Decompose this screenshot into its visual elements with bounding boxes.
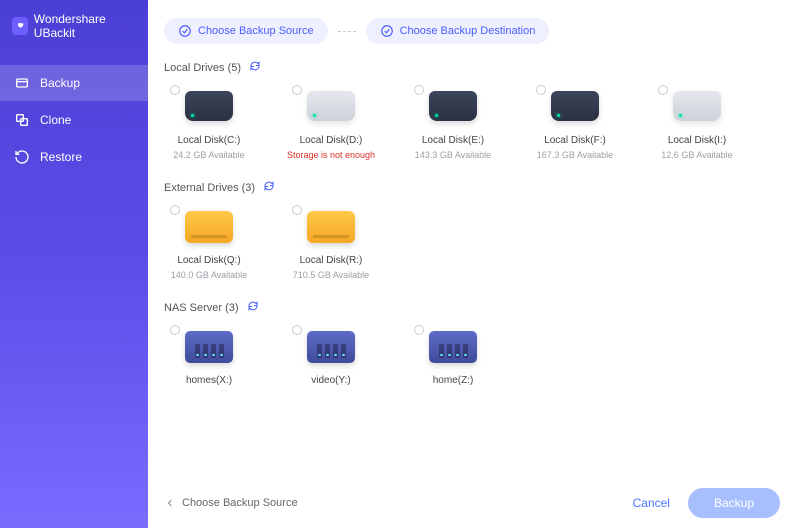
step-destination[interactable]: Choose Backup Destination — [366, 18, 550, 44]
sidebar-item-label: Backup — [40, 76, 80, 90]
drive-name: Local Disk(F:) — [544, 135, 606, 146]
sidebar-item-clone[interactable]: Clone — [0, 102, 148, 138]
drive-name: homes(X:) — [186, 375, 232, 386]
drive-subtext: 143.3 GB Available — [415, 150, 491, 160]
ext-drive-icon — [185, 211, 233, 247]
drive-radio[interactable] — [170, 325, 180, 335]
drive-radio[interactable] — [414, 85, 424, 95]
drive-subtext: 12.6 GB Available — [661, 150, 732, 160]
drive-item[interactable]: Local Disk(F:) 167.3 GB Available — [530, 85, 620, 160]
app-title: Wondershare UBackit — [34, 12, 136, 40]
drive-subtext: Storage is not enough — [287, 150, 375, 160]
section-external-title-row: External Drives (3) — [164, 180, 780, 195]
refresh-icon[interactable] — [247, 300, 259, 315]
drive-radio[interactable] — [658, 85, 668, 95]
footer-hint: Choose Backup Source — [182, 497, 298, 509]
drive-item[interactable]: Local Disk(I:) 12.6 GB Available — [652, 85, 742, 160]
drive-item[interactable]: Local Disk(E:) 143.3 GB Available — [408, 85, 498, 160]
sidebar-item-restore[interactable]: Restore — [0, 139, 148, 175]
drive-radio[interactable] — [292, 85, 302, 95]
restore-icon — [14, 149, 30, 165]
drive-item[interactable]: video(Y:) — [286, 325, 376, 386]
drive-item[interactable]: Local Disk(C:) 24.2 GB Available — [164, 85, 254, 160]
nas-drive-icon — [307, 331, 355, 367]
section-nas-title: NAS Server (3) — [164, 302, 239, 314]
nas-drive-icon — [185, 331, 233, 367]
local-drives-grid: Local Disk(C:)24.2 GB AvailableLocal Dis… — [164, 85, 780, 160]
nas-drives-grid: homes(X:) video(Y:) home(Z:) — [164, 325, 780, 386]
drive-subtext: 140.0 GB Available — [171, 270, 247, 280]
footer-actions: Cancel Backup — [633, 488, 780, 518]
local-drive-icon — [551, 91, 599, 127]
drive-radio[interactable] — [536, 85, 546, 95]
drive-radio[interactable] — [414, 325, 424, 335]
steps-row: Choose Backup Source Choose Backup Desti… — [148, 0, 796, 52]
external-drives-grid: Local Disk(Q:)140.0 GB AvailableLocal Di… — [164, 205, 780, 280]
drive-name: home(Z:) — [433, 375, 474, 386]
local-drive-icon — [429, 91, 477, 127]
local-drive-icon — [307, 91, 355, 127]
main: Choose Backup Source Choose Backup Desti… — [148, 0, 796, 528]
drive-name: Local Disk(Q:) — [177, 255, 240, 266]
section-nas-title-row: NAS Server (3) — [164, 300, 780, 315]
sidebar-item-backup[interactable]: Backup — [0, 65, 148, 101]
drive-item[interactable]: Local Disk(R:) 710.5 GB Available — [286, 205, 376, 280]
step-destination-label: Choose Backup Destination — [400, 25, 536, 37]
footer-hint-row: Choose Backup Source — [164, 497, 298, 509]
backup-button[interactable]: Backup — [688, 488, 780, 518]
refresh-icon[interactable] — [249, 60, 261, 75]
drive-item[interactable]: homes(X:) — [164, 325, 254, 386]
sidebar: Wondershare UBackit Backup Clone Restore — [0, 0, 148, 528]
drive-name: Local Disk(E:) — [422, 135, 484, 146]
drive-radio[interactable] — [292, 325, 302, 335]
drive-subtext: 710.5 GB Available — [293, 270, 369, 280]
backup-icon — [14, 75, 30, 91]
drive-radio[interactable] — [170, 205, 180, 215]
sidebar-item-label: Clone — [40, 113, 71, 127]
drive-item[interactable]: Local Disk(Q:) 140.0 GB Available — [164, 205, 254, 280]
step-separator — [338, 31, 356, 32]
drive-subtext: 24.2 GB Available — [173, 150, 244, 160]
drive-radio[interactable] — [292, 205, 302, 215]
drive-name: video(Y:) — [311, 375, 350, 386]
clone-icon — [14, 112, 30, 128]
chevron-left-icon — [164, 497, 176, 509]
app-logo-icon — [12, 17, 28, 35]
step-source[interactable]: Choose Backup Source — [164, 18, 328, 44]
drive-radio[interactable] — [170, 85, 180, 95]
cancel-button[interactable]: Cancel — [633, 496, 670, 510]
section-local-title-row: Local Drives (5) — [164, 60, 780, 75]
section-local-title: Local Drives (5) — [164, 62, 241, 74]
drive-subtext: 167.3 GB Available — [537, 150, 613, 160]
refresh-icon[interactable] — [263, 180, 275, 195]
drive-name: Local Disk(I:) — [668, 135, 726, 146]
sidebar-item-label: Restore — [40, 150, 82, 164]
drive-item[interactable]: home(Z:) — [408, 325, 498, 386]
drive-name: Local Disk(R:) — [300, 255, 363, 266]
drive-name: Local Disk(D:) — [300, 135, 363, 146]
local-drive-icon — [185, 91, 233, 127]
footer: Choose Backup Source Cancel Backup — [164, 488, 780, 518]
content-scroll[interactable]: Local Drives (5) Local Disk(C:) 24.2 GB A… — [164, 56, 780, 480]
local-drive-icon — [673, 91, 721, 127]
drive-item[interactable]: Local Disk(D:) Storage is not enough — [286, 85, 376, 160]
ext-drive-icon — [307, 211, 355, 247]
app-logo-row: Wondershare UBackit — [0, 0, 148, 52]
section-external-title: External Drives (3) — [164, 182, 255, 194]
step-source-label: Choose Backup Source — [198, 25, 314, 37]
drive-name: Local Disk(C:) — [178, 135, 241, 146]
nas-drive-icon — [429, 331, 477, 367]
